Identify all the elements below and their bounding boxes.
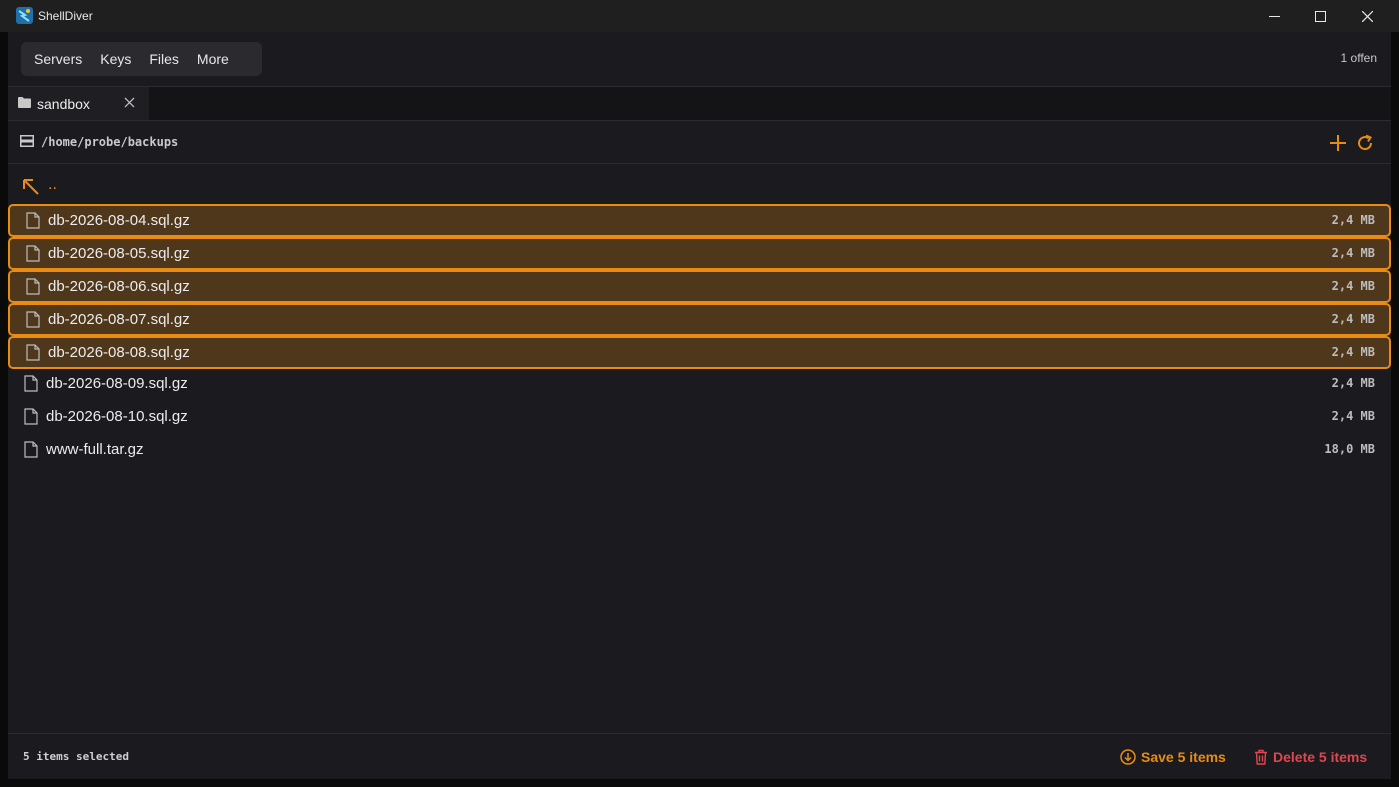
minimize-icon <box>1268 15 1280 17</box>
file-name: db-2026-08-04.sql.gz <box>48 212 190 229</box>
minimize-button[interactable] <box>1251 0 1297 32</box>
path-bar: /home/probe/backups <box>8 121 1391 164</box>
nav-servers[interactable]: Servers <box>25 42 91 76</box>
save-label: Save 5 items <box>1141 749 1226 765</box>
file-row[interactable]: db-2026-08-05.sql.gz 2,4 MB <box>8 237 1391 270</box>
open-sessions-count: 1 offen <box>1340 51 1377 65</box>
server-icon <box>20 135 34 147</box>
nav-more[interactable]: More <box>188 42 238 76</box>
trash-icon <box>1255 749 1267 765</box>
nav-keys[interactable]: Keys <box>91 42 140 76</box>
parent-directory-row[interactable]: .. <box>8 172 1391 202</box>
tab-bar: sandbox <box>8 86 1391 121</box>
file-size: 2,4 MB <box>1331 246 1375 260</box>
file-name: db-2026-08-10.sql.gz <box>46 408 188 425</box>
file-row[interactable]: db-2026-08-07.sql.gz 2,4 MB <box>8 303 1391 336</box>
file-name: db-2026-08-06.sql.gz <box>48 278 190 295</box>
file-icon <box>26 245 40 262</box>
refresh-icon[interactable] <box>1355 133 1375 153</box>
file-icon <box>26 344 40 361</box>
save-selected-button[interactable]: Save 5 items <box>1120 747 1226 767</box>
app-logo-icon <box>16 7 33 24</box>
file-icon <box>24 375 38 392</box>
close-tab-icon[interactable] <box>123 96 136 109</box>
maximize-button[interactable] <box>1297 0 1343 32</box>
file-icon <box>26 212 40 229</box>
file-size: 2,4 MB <box>1331 409 1375 423</box>
current-path: /home/probe/backups <box>41 135 179 149</box>
file-row[interactable]: www-full.tar.gz 18,0 MB <box>8 434 1391 467</box>
file-row[interactable]: db-2026-08-10.sql.gz 2,4 MB <box>8 401 1391 434</box>
download-icon <box>1120 749 1136 765</box>
file-icon <box>26 311 40 328</box>
file-name: db-2026-08-05.sql.gz <box>48 245 190 262</box>
window-border-right <box>1391 32 1399 787</box>
window-border-left <box>0 32 8 787</box>
file-row[interactable]: db-2026-08-04.sql.gz 2,4 MB <box>8 204 1391 237</box>
window-title: ShellDiver <box>38 9 93 23</box>
delete-label: Delete 5 items <box>1273 749 1368 765</box>
file-name: db-2026-08-07.sql.gz <box>48 311 190 328</box>
file-row[interactable]: db-2026-08-09.sql.gz 2,4 MB <box>8 368 1391 401</box>
file-size: 18,0 MB <box>1324 442 1375 456</box>
file-size: 2,4 MB <box>1331 279 1375 293</box>
arrow-up-left-icon <box>23 179 39 195</box>
file-size: 2,4 MB <box>1331 376 1375 390</box>
file-name: db-2026-08-09.sql.gz <box>46 375 188 392</box>
file-row[interactable]: db-2026-08-06.sql.gz 2,4 MB <box>8 270 1391 303</box>
selection-count: 5 items selected <box>23 750 129 763</box>
tab-label: sandbox <box>37 96 90 112</box>
maximize-icon <box>1314 10 1326 22</box>
delete-selected-button[interactable]: Delete 5 items <box>1254 747 1367 767</box>
main-nav: Servers Keys Files More <box>21 42 262 76</box>
file-size: 2,4 MB <box>1331 312 1375 326</box>
file-name: db-2026-08-08.sql.gz <box>48 344 190 361</box>
file-name: www-full.tar.gz <box>46 441 144 458</box>
parent-directory-label: .. <box>48 176 57 193</box>
folder-icon <box>18 97 31 108</box>
selection-footer: 5 items selected Save 5 items Delete 5 i… <box>8 733 1391 779</box>
title-bar: ShellDiver <box>0 0 1399 32</box>
window-border-bottom <box>0 779 1399 787</box>
file-size: 2,4 MB <box>1331 213 1375 227</box>
file-row[interactable]: db-2026-08-08.sql.gz 2,4 MB <box>8 336 1391 369</box>
close-icon <box>1361 10 1373 22</box>
nav-files[interactable]: Files <box>140 42 188 76</box>
file-icon <box>24 408 38 425</box>
tab-sandbox[interactable]: sandbox <box>8 87 149 120</box>
file-size: 2,4 MB <box>1331 345 1375 359</box>
file-icon <box>26 278 40 295</box>
close-window-button[interactable] <box>1344 0 1390 32</box>
file-icon <box>24 441 38 458</box>
add-icon[interactable] <box>1328 133 1348 153</box>
